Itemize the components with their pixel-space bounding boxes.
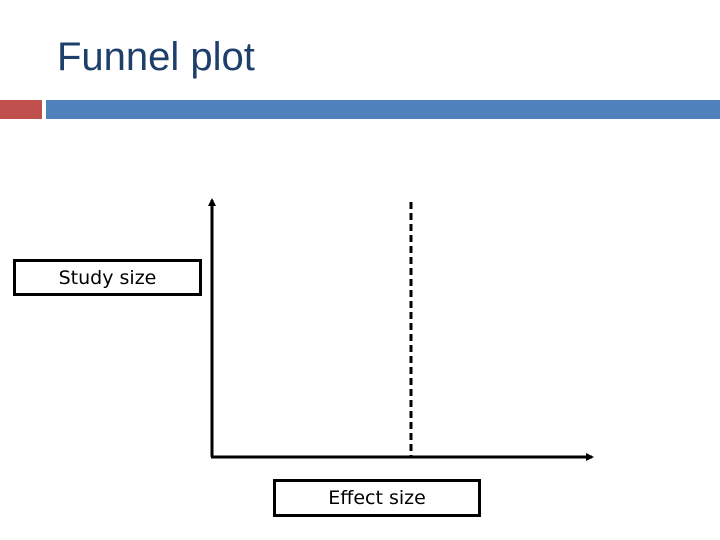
x-axis-label: Effect size bbox=[328, 487, 426, 509]
x-axis-label-box: Effect size bbox=[273, 479, 481, 517]
y-axis-label-box: Study size bbox=[13, 259, 202, 296]
y-axis-label: Study size bbox=[58, 266, 157, 289]
